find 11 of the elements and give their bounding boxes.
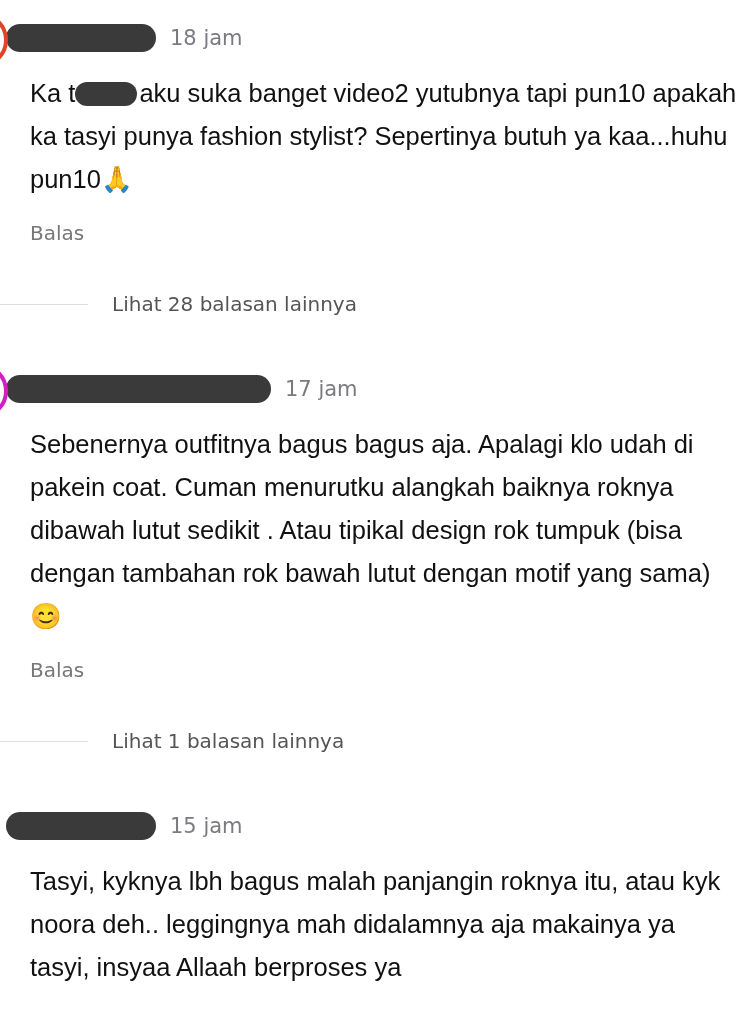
reply-link[interactable]: Balas [30, 219, 752, 247]
view-replies-link[interactable]: Lihat 28 balasan lainnya [112, 291, 357, 317]
view-replies-link[interactable]: Lihat 1 balasan lainnya [112, 728, 345, 754]
comment-time: 18 jam [170, 26, 243, 50]
comment-text: Tasyi, kyknya lbh bagus malah panjangin roknya itu, atau kyk noora deh.. leggingnya mah didalamnya aja makainya ya tasyi, insyaa Allaah berproses ya [30, 866, 722, 983]
comment-time: 15 jam [170, 814, 243, 838]
comment-text: Ka t aku suka banget video2 yutubnya tapi pun10 apakah ka tasyi punya fashion stylist? Sepertinya butuh ya kaa...huhu pun10🙏 [30, 78, 738, 195]
redaction-mark [75, 82, 138, 106]
comment-time: 17 jam [285, 377, 358, 401]
comment-text: Sebenernya outfitnya bagus bagus aja. Apalagi klo udah di pakein coat. Cuman menurutku alangkah baiknya roknya dibawah lutut sedikit . Atau tipikal design rok tumpuk (bisa dengan tambahan rok bawah lutut dengan motif yang sama) 😊 [30, 429, 712, 632]
reply-link[interactable]: Balas [30, 656, 752, 684]
